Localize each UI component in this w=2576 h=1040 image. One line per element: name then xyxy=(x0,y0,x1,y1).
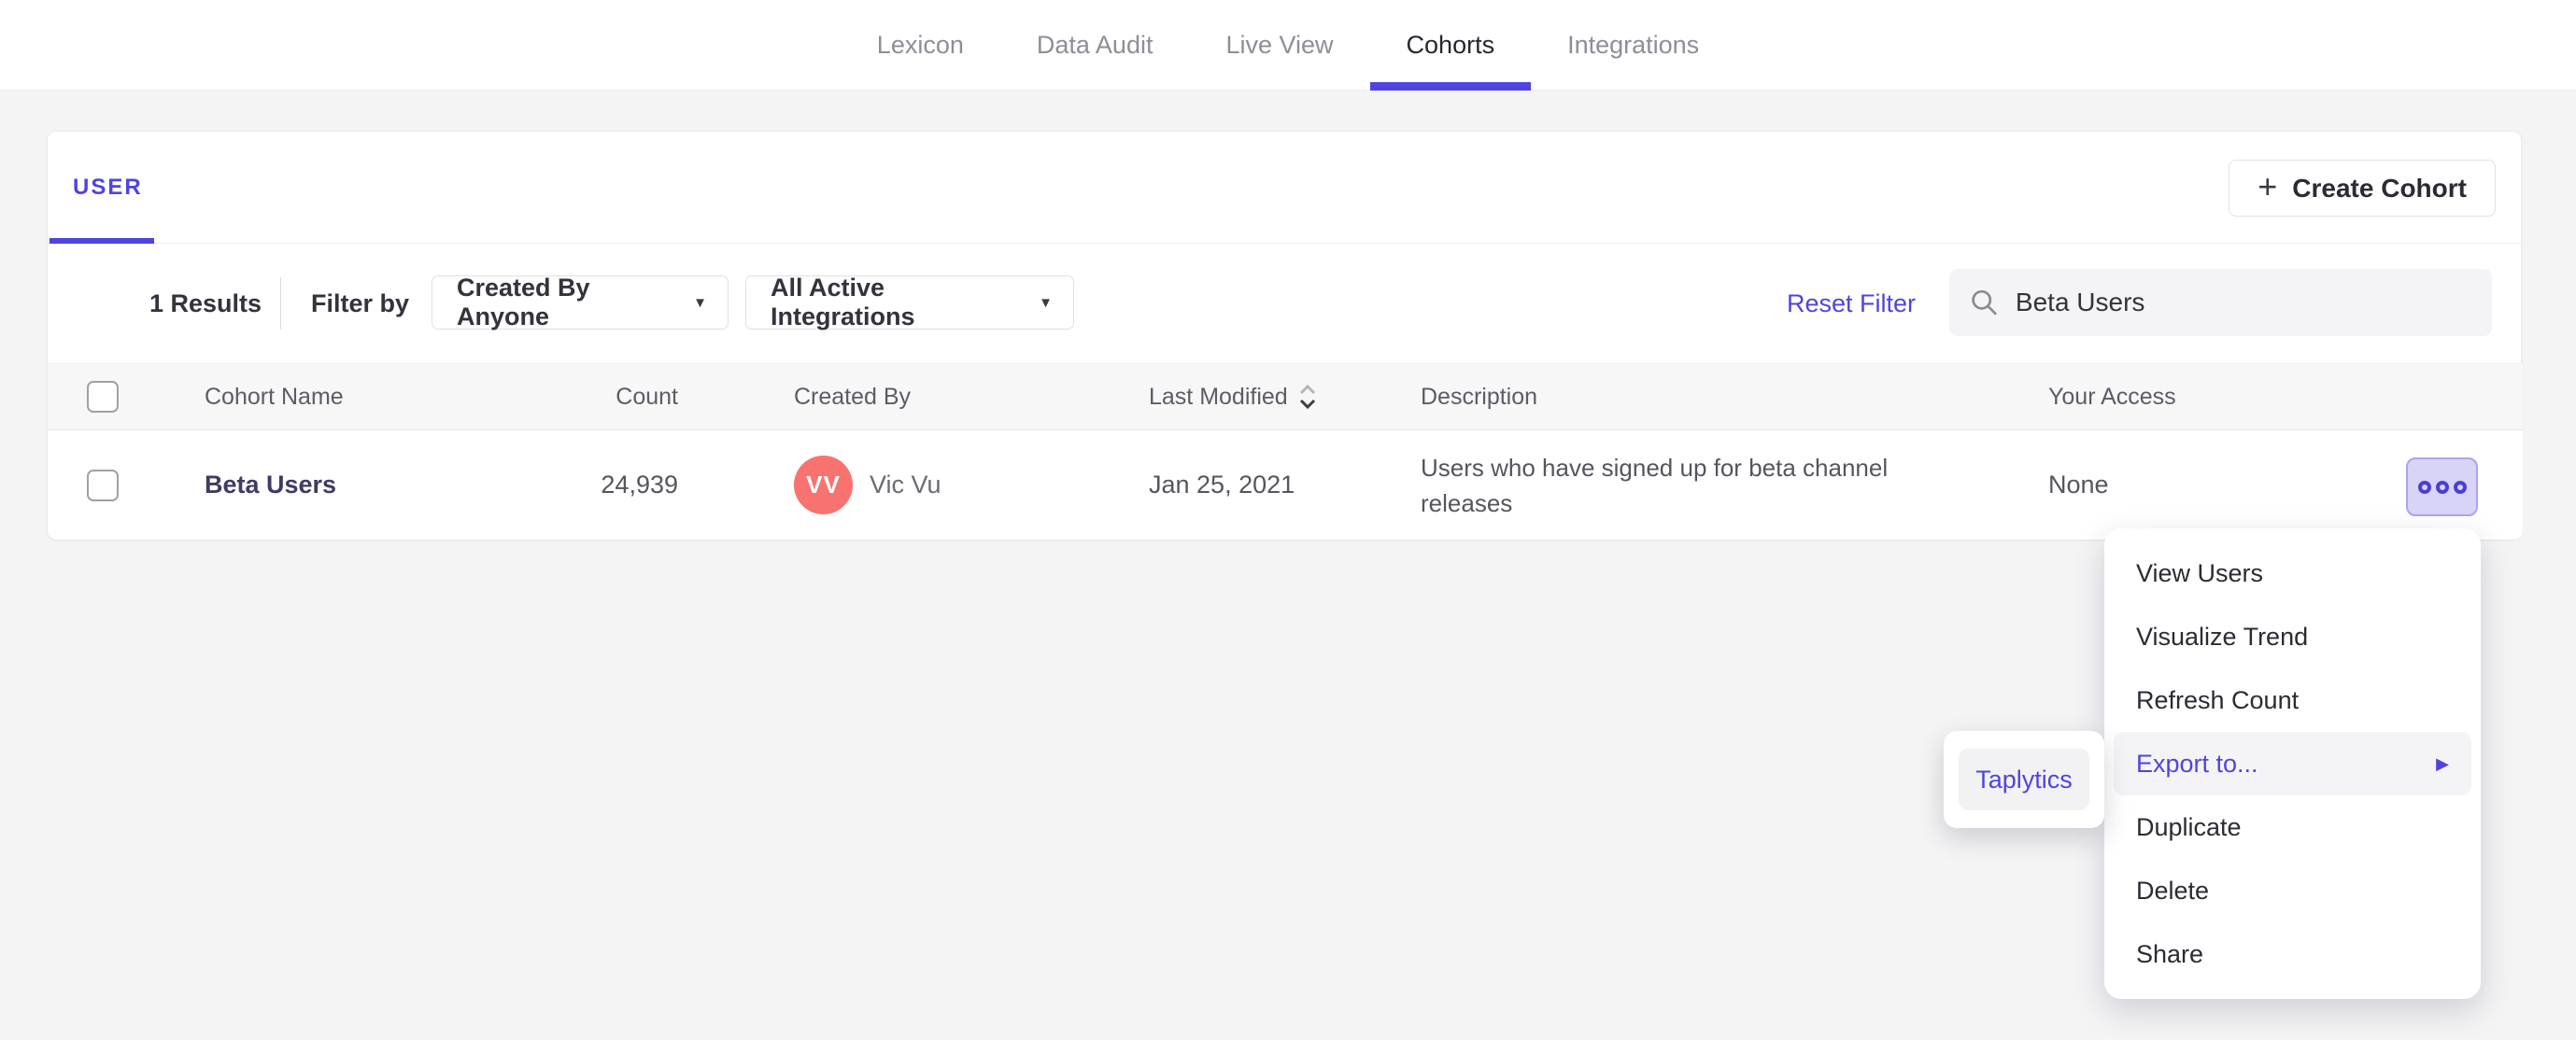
header-created-by: Created By xyxy=(794,383,912,410)
header-count: Count xyxy=(616,383,678,410)
tab-live-view[interactable]: Live View xyxy=(1189,0,1369,90)
export-submenu: Taplytics xyxy=(1944,731,2104,828)
menu-item-label: Export to... xyxy=(2136,749,2258,778)
create-cohort-button[interactable]: + Create Cohort xyxy=(2229,160,2496,217)
header-last-modified[interactable]: Last Modified xyxy=(1149,364,1318,429)
cohort-count: 24,939 xyxy=(601,471,678,499)
ellipsis-icon xyxy=(2417,480,2431,494)
menu-item-delete[interactable]: Delete xyxy=(2114,859,2471,922)
search-icon xyxy=(1972,289,1997,316)
menu-item-label: View Users xyxy=(2136,558,2264,587)
menu-item-refresh-count[interactable]: Refresh Count xyxy=(2114,668,2471,732)
menu-item-export-to[interactable]: Export to... ▶ xyxy=(2114,732,2471,795)
menu-item-view-users[interactable]: View Users xyxy=(2114,541,2471,605)
plus-icon: + xyxy=(2258,166,2278,205)
created-by-name: Vic Vu xyxy=(870,471,941,499)
results-count: 1 Results xyxy=(149,288,262,317)
menu-item-share[interactable]: Share xyxy=(2114,922,2471,986)
row-actions-menu: View Users Visualize Trend Refresh Count… xyxy=(2104,528,2481,999)
submenu-item-taplytics[interactable]: Taplytics xyxy=(1959,749,2089,810)
tab-integrations[interactable]: Integrations xyxy=(1531,0,1735,90)
menu-item-label: Visualize Trend xyxy=(2136,622,2309,651)
tab-cohorts[interactable]: Cohorts xyxy=(1369,0,1532,91)
avatar: VV xyxy=(794,456,853,514)
integrations-dropdown-value: All Active Integrations xyxy=(771,274,915,330)
cohorts-card: USER + Create Cohort 1 Results Filter by… xyxy=(47,131,2523,541)
filter-bar: 1 Results Filter by Created By Anyone ▼ … xyxy=(48,244,2521,363)
tab-lexicon[interactable]: Lexicon xyxy=(841,0,1000,90)
divider xyxy=(280,277,281,330)
tab-user[interactable]: USER xyxy=(73,175,143,201)
menu-item-label: Delete xyxy=(2136,876,2210,905)
ellipsis-icon xyxy=(2453,480,2467,494)
header-description: Description xyxy=(1421,383,1538,410)
tab-data-audit[interactable]: Data Audit xyxy=(1000,0,1190,90)
search-input[interactable] xyxy=(2015,288,2473,317)
created-by-dropdown-value: Created By Anyone xyxy=(457,274,590,330)
header-your-access: Your Access xyxy=(2048,383,2176,410)
created-by-cell: VV Vic Vu xyxy=(794,430,941,540)
table-header: Cohort Name Count Created By Last Modifi… xyxy=(48,363,2523,430)
menu-item-label: Refresh Count xyxy=(2136,685,2300,714)
description-cell: Users who have signed up for beta channe… xyxy=(1421,453,1889,517)
cohort-name-link[interactable]: Beta Users xyxy=(205,471,336,499)
row-checkbox[interactable] xyxy=(87,469,119,501)
cohorts-page: Lexicon Data Audit Live View Cohorts Int… xyxy=(0,0,2576,1040)
menu-item-duplicate[interactable]: Duplicate xyxy=(2114,795,2471,859)
search-box xyxy=(1949,269,2492,336)
your-access-cell: None xyxy=(2048,471,2109,499)
menu-item-label: Share xyxy=(2136,939,2204,968)
integrations-dropdown[interactable]: All Active Integrations ▼ xyxy=(745,274,1074,330)
reset-filter-link[interactable]: Reset Filter xyxy=(1787,244,1916,363)
sort-icon[interactable] xyxy=(1297,382,1318,412)
created-by-dropdown[interactable]: Created By Anyone ▼ xyxy=(432,274,729,330)
header-last-modified-label: Last Modified xyxy=(1149,383,1288,410)
chevron-down-icon: ▼ xyxy=(1039,294,1053,311)
create-cohort-label: Create Cohort xyxy=(2292,173,2467,203)
table-row: Beta Users 24,939 VV Vic Vu Jan 25, 2021… xyxy=(48,430,2523,541)
row-actions-button[interactable] xyxy=(2406,457,2478,516)
filter-by-label: Filter by xyxy=(311,288,410,317)
menu-item-visualize-trend[interactable]: Visualize Trend xyxy=(2114,605,2471,668)
last-modified-cell: Jan 25, 2021 xyxy=(1149,471,1295,499)
submenu-arrow-icon: ▶ xyxy=(2436,753,2449,773)
menu-item-label: Duplicate xyxy=(2136,812,2242,841)
top-navigation: Lexicon Data Audit Live View Cohorts Int… xyxy=(0,0,2576,91)
cohort-type-tabbar: USER + Create Cohort xyxy=(48,132,2521,244)
select-all-checkbox[interactable] xyxy=(87,381,119,413)
ellipsis-icon xyxy=(2435,480,2449,494)
chevron-down-icon: ▼ xyxy=(693,294,707,311)
header-cohort-name: Cohort Name xyxy=(205,383,344,410)
